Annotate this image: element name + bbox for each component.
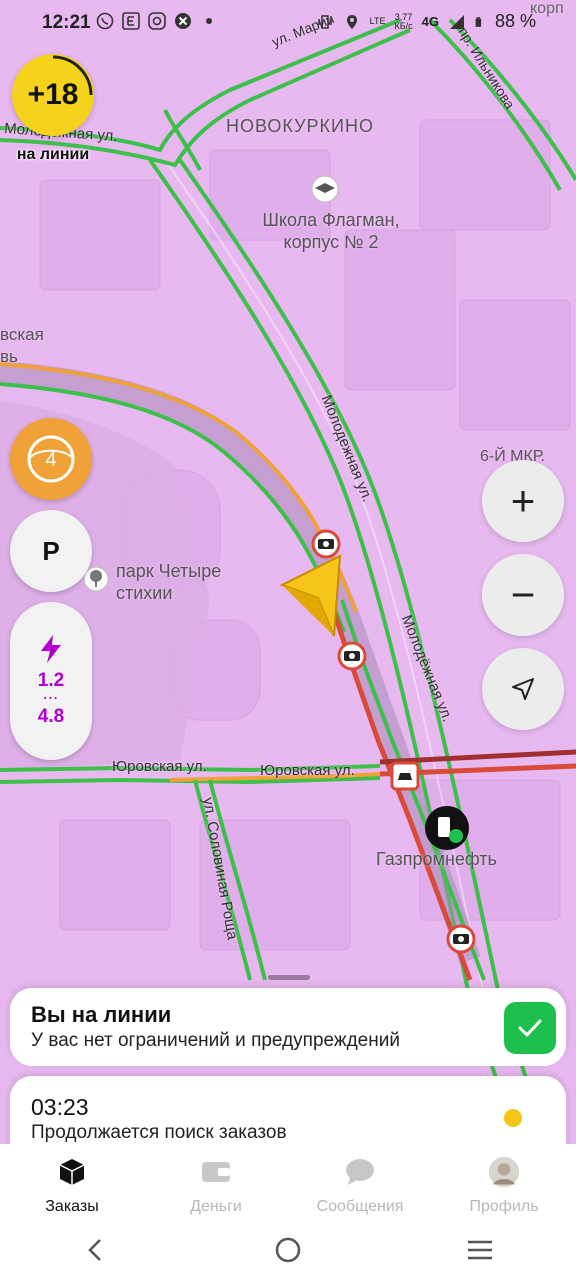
surge-dots: ⋯ [42, 690, 60, 707]
street-yurovskaya-label-1: Юровская ул. [112, 758, 207, 775]
search-indicator-dot [504, 1109, 522, 1127]
lightning-icon [41, 635, 61, 663]
activity-ring-icon: 4 [27, 435, 75, 483]
surge-max: 4.8 [37, 706, 65, 727]
sheet-drag-handle[interactable] [268, 975, 310, 980]
wallet-icon [200, 1156, 232, 1188]
back-button[interactable] [66, 1228, 126, 1272]
tab-orders[interactable]: Заказы [0, 1144, 144, 1220]
check-icon [518, 1019, 542, 1037]
e-square-icon [122, 12, 140, 30]
battery-level: 88 % [494, 11, 536, 31]
district-label: НОВОКУРКИНО [226, 116, 374, 136]
rating-label: на линии [16, 146, 90, 163]
tab-orders-label: Заказы [45, 1198, 99, 1215]
online-status-title: Вы на линии [31, 1002, 172, 1027]
online-status-card[interactable]: Вы на линии У вас нет ограничений и пред… [10, 988, 566, 1066]
box-icon [56, 1156, 88, 1188]
vibrate-icon [317, 14, 332, 29]
lte-label: LTE [369, 16, 386, 26]
whatsapp-icon [96, 12, 114, 30]
street-yurovskaya-label-2: Юровская ул. [260, 762, 355, 779]
net-speed: 3,77 КБ/с [394, 12, 413, 31]
tab-messages[interactable]: Сообщения [288, 1144, 432, 1220]
dot-icon [206, 18, 212, 24]
net-speed-unit: КБ/с [394, 20, 413, 31]
location-icon [346, 14, 357, 29]
tab-money-label: Деньги [190, 1198, 242, 1215]
x-circle-icon [175, 13, 191, 29]
parking-button[interactable]: P [10, 510, 92, 592]
bottom-tab-bar: Заказы Деньги Сообщения Профиль [0, 1144, 576, 1220]
activity-level-value: 4 [45, 449, 56, 471]
partial-left-label: вская вь [0, 325, 44, 366]
recents-icon [468, 1240, 492, 1260]
park-label[interactable]: парк Четыре стихии [116, 560, 221, 604]
online-toggle[interactable] [504, 1002, 556, 1054]
recents-button[interactable] [450, 1228, 510, 1272]
navigation-arrow-icon [512, 678, 534, 700]
instagram-icon [148, 12, 166, 30]
online-status-subtitle: У вас нет ограничений и предупреждений [31, 1030, 400, 1051]
back-icon [88, 1239, 101, 1261]
chat-icon [344, 1156, 376, 1188]
school-label[interactable]: Школа Флагман, корпус № 2 [246, 209, 416, 253]
tab-profile-label: Профиль [469, 1198, 539, 1215]
search-status-text: Продолжается поиск заказов [31, 1122, 287, 1143]
surge-button[interactable]: 1.2 ⋯ 4.8 [10, 602, 92, 760]
battery-icon [475, 16, 482, 27]
locate-button[interactable] [482, 648, 564, 730]
zoom-out-button[interactable]: − [482, 554, 564, 636]
tab-messages-label: Сообщения [316, 1198, 404, 1215]
signal-icon [449, 14, 464, 29]
rating-progress-arc [52, 55, 93, 96]
search-timer: 03:23 [31, 1094, 89, 1120]
system-nav-bar [0, 1220, 576, 1280]
system-icons: LTE 3,77 КБ/с 4G 88 % [316, 11, 536, 32]
status-bar: 12:21 LTE 3,77 КБ/с 4G 88 % [0, 0, 576, 46]
parking-label: P [42, 535, 60, 566]
zoom-in-button[interactable]: + [482, 460, 564, 542]
home-icon [275, 1237, 301, 1263]
status-time: 12:21 [42, 12, 91, 33]
notification-icons [96, 12, 218, 30]
tab-profile[interactable]: Профиль [432, 1144, 576, 1220]
surge-min: 1.2 [37, 670, 65, 691]
avatar-icon [488, 1156, 520, 1188]
activity-level-button[interactable]: 4 [10, 418, 92, 500]
network-label: 4G [421, 14, 439, 29]
home-button[interactable] [258, 1228, 318, 1272]
gas-station-label[interactable]: Газпромнефть [376, 849, 497, 870]
tab-money[interactable]: Деньги [144, 1144, 288, 1220]
